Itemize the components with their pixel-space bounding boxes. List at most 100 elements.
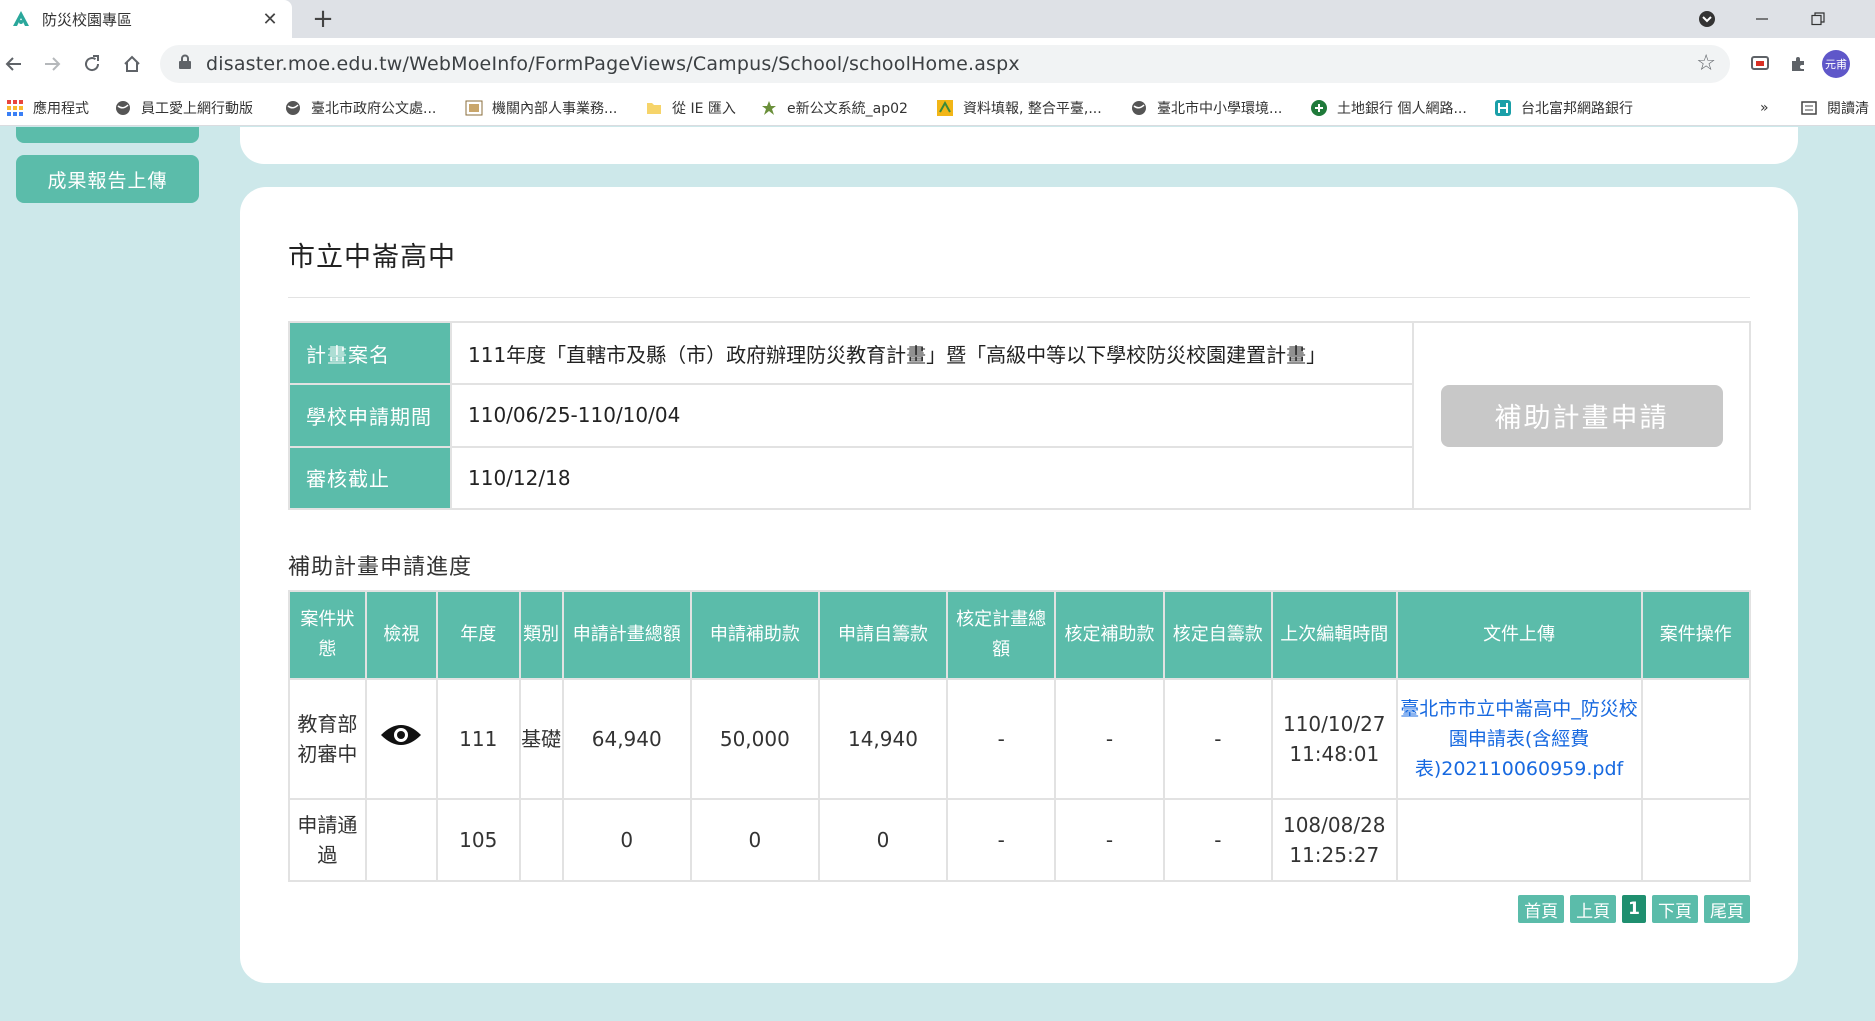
previous-section-card (240, 127, 1798, 164)
back-icon[interactable] (0, 50, 28, 78)
bookmark-item[interactable]: 臺北市中小學環境... (1130, 96, 1282, 120)
last-edit-cell: 108/08/28 11:25:27 (1270, 798, 1398, 882)
last-edit-time: 11:25:27 (1289, 843, 1380, 867)
bank-icon (1310, 99, 1328, 117)
progress-table: 案件狀態 檢視 年度 類別 申請計畫總額 申請補助款 申請自籌款 核定計畫總額 … (288, 590, 1752, 882)
bookmarks-bar: 應用程式 員工愛上網行動版 臺北市政府公文處... 機關內部人事業務... 從 … (0, 90, 1875, 126)
year-cell: 111 (435, 678, 521, 800)
column-header: 案件狀態 (288, 590, 367, 680)
next-page-button[interactable]: 下頁 (1652, 895, 1698, 923)
application-period-value: 110/06/25-110/10/04 (450, 383, 1414, 448)
view-cell (364, 678, 438, 800)
case-operation-cell (1640, 678, 1752, 800)
folder-icon (645, 99, 663, 117)
approved-subsidy-cell: - (1054, 798, 1165, 882)
bookmark-item[interactable]: 機關內部人事業務... (465, 96, 617, 120)
home-icon[interactable] (118, 50, 146, 78)
school-name-heading: 市立中崙高中 (288, 242, 456, 273)
approved-self-cell: - (1162, 798, 1273, 882)
current-page-indicator[interactable]: 1 (1622, 895, 1646, 923)
plan-name-label: 計畫案名 (288, 320, 452, 386)
apply-total-cell: 64,940 (561, 678, 692, 800)
reload-icon[interactable] (78, 50, 106, 78)
tab-title: 防災校園專區 (42, 10, 133, 29)
plan-name-value: 111年度「直轄市及縣（市）政府辦理防災教育計畫」暨「高級中等以下學校防災校園建… (450, 320, 1414, 386)
column-header: 核定計畫總額 (946, 590, 1057, 680)
plan-info-table: 計畫案名 111年度「直轄市及縣（市）政府辦理防災教育計畫」暨「高級中等以下學校… (288, 320, 1751, 511)
column-header: 上次編輯時間 (1270, 590, 1398, 680)
tab-search-icon[interactable] (1685, 0, 1729, 38)
year-cell: 105 (435, 798, 521, 882)
reading-list-icon (1800, 99, 1818, 117)
first-page-button[interactable]: 首頁 (1518, 895, 1565, 923)
profile-avatar[interactable]: 元甫 (1822, 50, 1850, 78)
case-status-cell: 申請通過 (288, 798, 367, 882)
table-header-row: 案件狀態 檢視 年度 類別 申請計畫總額 申請補助款 申請自籌款 核定計畫總額 … (288, 590, 1752, 680)
apply-self-cell: 14,940 (817, 678, 949, 800)
lock-icon[interactable] (178, 54, 192, 74)
last-edit-cell: 110/10/27 11:48:01 (1270, 678, 1398, 800)
apply-self-cell: 0 (817, 798, 949, 882)
bookmark-item[interactable]: 從 IE 匯入 (645, 96, 736, 120)
sidebar-button-hidden[interactable] (16, 127, 199, 143)
bookmarks-overflow-button[interactable]: » (1760, 96, 1769, 120)
bookmark-item[interactable]: 臺北市政府公文處... (284, 96, 436, 120)
site-icon (760, 99, 778, 117)
close-window-icon[interactable] (1850, 0, 1875, 38)
new-tab-button[interactable]: + (308, 4, 338, 34)
prev-page-button[interactable]: 上頁 (1570, 895, 1617, 923)
approved-total-cell: - (946, 678, 1057, 800)
apply-subsidy-cell: 0 (689, 798, 820, 882)
bookmark-item[interactable]: 員工愛上網行動版 (114, 96, 253, 120)
document-link[interactable]: 臺北市市立中崙高中_防災校園申請表(含經費表)202110060959.pdf (1398, 694, 1641, 784)
pagination: 首頁 上頁 1 下頁 尾頁 (1518, 895, 1750, 923)
eye-icon[interactable] (380, 725, 422, 752)
review-deadline-value: 110/12/18 (450, 445, 1414, 511)
column-header: 核定自籌款 (1162, 590, 1273, 680)
apply-total-cell: 0 (561, 798, 692, 882)
bookmark-star-icon[interactable]: ☆ (1696, 51, 1716, 76)
close-tab-icon[interactable]: ✕ (258, 7, 282, 31)
application-period-label: 學校申請期間 (288, 383, 452, 448)
restore-icon[interactable] (1796, 0, 1840, 38)
browser-tab-bar: 防災校園專區 ✕ + (0, 0, 1875, 38)
column-header: 核定補助款 (1054, 590, 1165, 680)
upload-report-button[interactable]: 成果報告上傳 (16, 155, 199, 203)
address-bar-row: disaster.moe.edu.tw/WebMoeInfo/FormPageV… (0, 38, 1875, 90)
apply-subsidy-button[interactable]: 補助計畫申請 (1440, 384, 1723, 447)
bookmark-item[interactable]: 土地銀行 個人網路... (1310, 96, 1467, 120)
review-deadline-label: 審核截止 (288, 445, 452, 511)
column-header: 申請計畫總額 (561, 590, 692, 680)
browser-tab[interactable]: 防災校園專區 ✕ (0, 0, 292, 38)
apply-subsidy-cell: 50,000 (689, 678, 820, 800)
bookmark-item[interactable]: 應用程式 (6, 96, 89, 120)
case-operation-cell (1640, 798, 1752, 882)
url-omnibox[interactable]: disaster.moe.edu.tw/WebMoeInfo/FormPageV… (160, 45, 1730, 83)
site-icon (465, 99, 483, 117)
minimize-icon[interactable] (1740, 0, 1784, 38)
bookmark-item[interactable]: 資料填報, 整合平臺,... (936, 96, 1102, 120)
column-header: 申請補助款 (689, 590, 820, 680)
cast-icon[interactable] (1746, 50, 1774, 78)
last-page-button[interactable]: 尾頁 (1704, 895, 1750, 923)
bookmark-item[interactable]: e新公文系統_ap02 (760, 96, 908, 120)
bookmark-item[interactable]: 台北富邦網路銀行 (1494, 96, 1633, 120)
apply-button-cell: 補助計畫申請 (1412, 321, 1751, 510)
url-text[interactable]: disaster.moe.edu.tw/WebMoeInfo/FormPageV… (206, 53, 1020, 75)
forward-icon[interactable] (38, 50, 66, 78)
approved-subsidy-cell: - (1054, 678, 1165, 800)
document-upload-cell (1395, 798, 1643, 882)
last-edit-date: 108/08/28 (1282, 813, 1386, 837)
bank-icon (1494, 99, 1512, 117)
category-cell (518, 798, 564, 882)
page-viewport: 成果報告上傳 市立中崙高中 計畫案名 111年度「直轄市及縣（市）政府辦理防災教… (0, 127, 1875, 1021)
globe-icon (284, 99, 302, 117)
case-status-cell: 教育部初審中 (288, 678, 367, 800)
column-header: 類別 (518, 590, 564, 680)
last-edit-time: 11:48:01 (1289, 742, 1380, 766)
apps-grid-icon (6, 99, 24, 117)
reading-list-button[interactable]: 閱讀清 (1800, 96, 1869, 120)
school-plan-card: 市立中崙高中 計畫案名 111年度「直轄市及縣（市）政府辦理防災教育計畫」暨「高… (240, 187, 1798, 983)
extensions-puzzle-icon[interactable] (1784, 50, 1812, 78)
globe-icon (1130, 99, 1148, 117)
